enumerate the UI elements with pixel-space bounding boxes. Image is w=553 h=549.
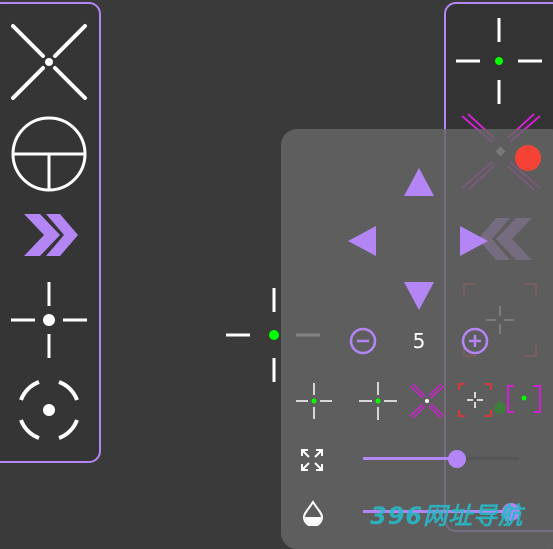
scope-circle-icon[interactable] — [9, 114, 89, 194]
size-slider-fill — [363, 457, 457, 460]
magenta-x-icon[interactable] — [408, 382, 446, 420]
style-selected-dot — [494, 402, 506, 414]
bracket-green-dot-icon[interactable] — [506, 384, 542, 414]
arrow-up-button[interactable] — [402, 166, 436, 198]
arrow-right-button[interactable] — [458, 224, 490, 258]
crosshair-app: { "accent_color": "#b485f5", "crosshair_… — [0, 0, 553, 549]
red-bracket-icon[interactable] — [457, 382, 493, 418]
increase-size-button[interactable] — [460, 326, 490, 356]
size-value: 5 — [412, 329, 426, 353]
dot-cross-icon[interactable] — [9, 280, 89, 360]
fullscreen-icon[interactable] — [300, 448, 324, 472]
left-crosshair-list — [0, 2, 101, 463]
decrease-size-button[interactable] — [348, 326, 378, 356]
watermark-text: 396网址导航 — [370, 502, 524, 530]
ring-dot-icon[interactable] — [9, 370, 89, 450]
green-cross-icon[interactable] — [357, 380, 399, 422]
size-slider[interactable] — [363, 450, 519, 468]
size-slider-thumb[interactable] — [448, 450, 466, 468]
green-dot-cross-icon[interactable] — [454, 16, 544, 106]
arrow-down-button[interactable] — [402, 280, 436, 312]
x-cross-icon[interactable] — [9, 22, 89, 102]
record-dot-button[interactable] — [515, 145, 541, 171]
opacity-drop-icon[interactable] — [302, 500, 324, 526]
green-cross-small-icon[interactable] — [294, 381, 334, 421]
chevron-right-double-icon[interactable] — [22, 210, 82, 260]
arrow-left-button[interactable] — [346, 224, 378, 258]
